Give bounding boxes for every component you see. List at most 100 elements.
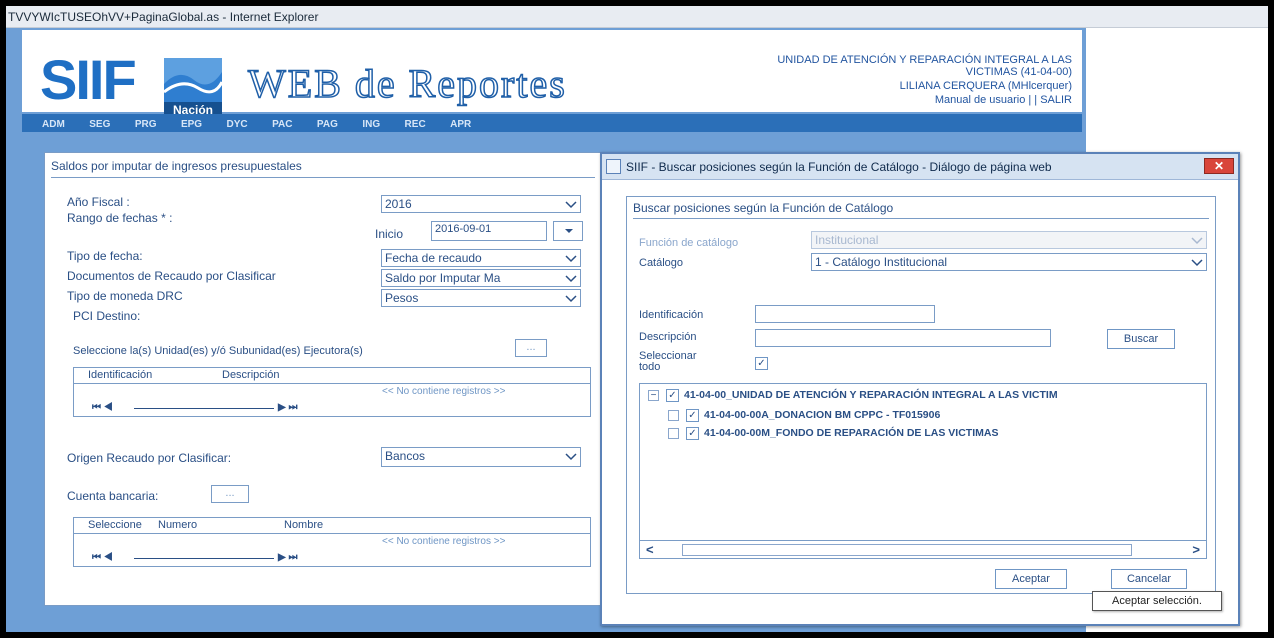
grid2-pager-next[interactable]: ▶ ⏭	[278, 552, 297, 563]
nav-epg[interactable]: EPG	[181, 117, 202, 130]
logo-siif: SIIF	[40, 48, 137, 111]
dialog-section-title: Buscar posiciones según la Función de Ca…	[633, 201, 1209, 219]
tree-horizontal-scrollbar[interactable]: < >	[640, 540, 1206, 558]
tree-node-2[interactable]: 41-04-00-00M_FONDO DE REPARACIÓN DE LAS …	[704, 427, 998, 439]
grid1-empty-text: << No contiene registros >>	[382, 386, 506, 397]
rango-label: Rango de fechas * :	[67, 211, 173, 225]
chevron-down-icon	[1191, 237, 1203, 245]
docs-value: Saldo por Imputar Ma	[385, 271, 501, 285]
form-title: Saldos por imputar de ingresos presupues…	[51, 159, 595, 178]
cancelar-button[interactable]: Cancelar	[1111, 569, 1187, 589]
origen-value: Bancos	[385, 449, 426, 463]
tree-node-0[interactable]: 41-04-00_UNIDAD DE ATENCIÓN Y REPARACIÓN…	[684, 389, 1058, 401]
scroll-right-icon[interactable]: >	[1192, 542, 1200, 557]
entity-code: VICTIMAS (41-04-00)	[965, 66, 1072, 78]
tooltip: Aceptar selección.	[1092, 591, 1222, 611]
docs-label: Documentos de Recaudo por Clasificar	[67, 269, 276, 283]
tree-collapse-icon[interactable]: −	[648, 390, 659, 401]
moneda-select[interactable]: Pesos	[381, 289, 581, 307]
identificacion-input[interactable]	[755, 305, 935, 323]
grid2-pager-prev[interactable]: ⏮ ◀	[92, 552, 113, 563]
nav-pag[interactable]: PAG	[317, 117, 338, 130]
grid1-pager-next[interactable]: ▶ ⏭	[278, 402, 297, 413]
dialog-close-button[interactable]: ✕	[1204, 158, 1234, 174]
header-links[interactable]: Manual de usuario | | SALIR	[935, 94, 1072, 106]
catalogo-value: 1 - Catálogo Institucional	[815, 255, 948, 269]
unidades-grid: Identificación Descripción << No contien…	[73, 367, 591, 417]
scroll-left-icon[interactable]: <	[646, 542, 654, 557]
descripcion-label: Descripción	[639, 331, 697, 343]
anio-label: Año Fiscal :	[67, 195, 130, 209]
grid2-col-numero[interactable]: Numero	[158, 519, 197, 531]
nav-dyc[interactable]: DYC	[227, 117, 248, 130]
origen-select[interactable]: Bancos	[381, 447, 581, 467]
aceptar-button[interactable]: Aceptar	[995, 569, 1067, 589]
app-title: WEB de Reportes	[247, 60, 567, 107]
nav-apr[interactable]: APR	[450, 117, 471, 130]
grid1-pager-prev[interactable]: ⏮ ◀	[92, 402, 113, 413]
descripcion-input[interactable]	[755, 329, 1051, 347]
chevron-down-icon	[565, 295, 577, 303]
tipo-fecha-label: Tipo de fecha:	[67, 249, 143, 263]
unidades-picker-button[interactable]: ...	[515, 339, 547, 357]
moneda-value: Pesos	[385, 291, 419, 305]
chevron-down-icon	[1191, 259, 1203, 267]
grid2-col-nombre[interactable]: Nombre	[284, 519, 323, 531]
nav-pac[interactable]: PAC	[272, 117, 292, 130]
report-form-panel: Saldos por imputar de ingresos presupues…	[44, 152, 602, 606]
tree-expand-icon[interactable]	[668, 410, 679, 421]
grid1-col-descripcion[interactable]: Descripción	[222, 369, 279, 381]
identificacion-label: Identificación	[639, 309, 704, 321]
funcion-value: Institucional	[815, 233, 879, 247]
chevron-down-icon	[565, 255, 577, 263]
cuenta-grid: Seleccione Numero Nombre << No contiene …	[73, 517, 591, 567]
catalogo-label: Catálogo	[639, 257, 684, 269]
logo-wave-icon	[164, 58, 222, 102]
funcion-label: Función de catálogo	[639, 237, 739, 249]
user-name: LILIANA CERQUERA (MHlcerquer)	[899, 80, 1072, 92]
app-header: SIIF Nación WEB de Reportes UNIDAD DE AT…	[22, 30, 1082, 118]
nav-prg[interactable]: PRG	[135, 117, 157, 130]
tipo-fecha-select[interactable]: Fecha de recaudo	[381, 249, 581, 267]
tree-checkbox-2[interactable]: ✓	[686, 427, 699, 440]
catalog-search-dialog: SIIF - Buscar posiciones según la Funció…	[600, 152, 1240, 626]
tree-node-1[interactable]: 41-04-00-00A_DONACION BM CPPC - TF015906	[704, 409, 940, 421]
select-all-label-line2: todo	[639, 361, 661, 373]
entity-name: UNIDAD DE ATENCIÓN Y REPARACIÓN INTEGRAL…	[777, 54, 1072, 66]
funcion-select: Institucional	[811, 231, 1207, 249]
catalog-tree: − ✓ 41-04-00_UNIDAD DE ATENCIÓN Y REPARA…	[639, 383, 1207, 559]
pci-label: PCI Destino:	[73, 309, 141, 323]
date-picker-button[interactable]	[553, 221, 583, 241]
select-all-checkbox[interactable]: ✓	[755, 357, 768, 370]
select-all-label: Seleccionar todo	[639, 351, 696, 373]
chevron-down-icon	[565, 453, 577, 461]
nav-seg[interactable]: SEG	[89, 117, 110, 130]
tree-expand-icon[interactable]	[668, 428, 679, 439]
main-nav: ADM SEG PRG EPG DYC PAC PAG ING REC APR	[22, 114, 1082, 132]
dialog-title: SIIF - Buscar posiciones según la Funció…	[602, 154, 1238, 180]
inicio-date-input[interactable]: 2016-09-01	[431, 221, 547, 241]
inicio-label: Inicio	[375, 227, 404, 241]
tree-checkbox-1[interactable]: ✓	[686, 409, 699, 422]
dialog-form: Buscar posiciones según la Función de Ca…	[626, 196, 1216, 594]
chevron-down-icon	[565, 229, 573, 233]
anio-select[interactable]: 2016	[381, 195, 581, 213]
tree-checkbox-0[interactable]: ✓	[666, 389, 679, 402]
docs-select[interactable]: Saldo por Imputar Ma	[381, 269, 581, 287]
dialog-window-icon	[606, 159, 621, 174]
anio-value: 2016	[385, 197, 412, 211]
nav-ing[interactable]: ING	[362, 117, 380, 130]
browser-window: TVVYWIcTUSEOhVV+PaginaGlobal.as - Intern…	[6, 6, 1268, 632]
grid2-col-seleccione[interactable]: Seleccione	[88, 519, 142, 531]
cuenta-label: Cuenta bancaria:	[67, 489, 159, 503]
chevron-down-icon	[565, 275, 577, 283]
grid1-col-identificacion[interactable]: Identificación	[88, 369, 152, 381]
cuenta-picker-button[interactable]: ...	[211, 485, 249, 503]
chevron-down-icon	[565, 201, 577, 209]
nav-rec[interactable]: REC	[405, 117, 426, 130]
tipo-fecha-value: Fecha de recaudo	[385, 251, 482, 265]
buscar-button[interactable]: Buscar	[1107, 329, 1175, 349]
nav-adm[interactable]: ADM	[42, 117, 65, 130]
scrollbar-thumb[interactable]	[682, 544, 1132, 556]
catalogo-select[interactable]: 1 - Catálogo Institucional	[811, 253, 1207, 271]
